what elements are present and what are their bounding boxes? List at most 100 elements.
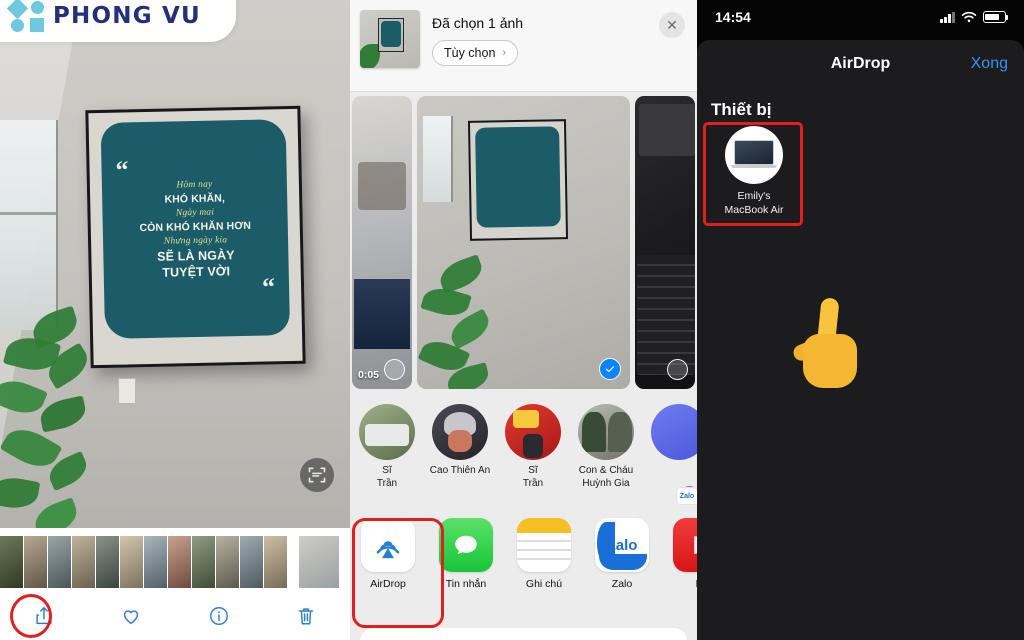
filmstrip-thumb (48, 536, 71, 588)
airdrop-header: AirDrop Xong (697, 40, 1024, 88)
selection-circle[interactable] (384, 359, 405, 380)
heart-icon (124, 610, 139, 625)
photo-grid: 0:05 (350, 96, 697, 389)
poster-line-2: KHÓ KHĂN, (164, 192, 226, 206)
grid-photo-video[interactable]: 0:05 (352, 96, 412, 389)
contact-item[interactable]: ⚡ SĩTrần (502, 404, 697, 505)
share-sheet-header-texts: Đã chọn 1 ảnh Tùy chọn › (432, 10, 523, 66)
photo-filmstrip[interactable] (0, 536, 350, 588)
filmstrip-thumb (144, 536, 167, 588)
avatar (578, 404, 634, 460)
video-duration: 0:05 (358, 369, 380, 381)
filmstrip-thumb (216, 536, 239, 588)
poster-line-5: Nhưng ngày kia (163, 235, 228, 247)
quote-close-icon: “ (261, 272, 276, 302)
contact-name: Con & Cháu Huỳnh Gia (578, 465, 634, 489)
chevron-right-icon: › (502, 47, 507, 59)
poster-line-4: CÒN KHÓ KHĂN HƠN (139, 219, 252, 235)
contact-item[interactable] (648, 404, 697, 460)
quote-open-icon: “ (115, 155, 129, 185)
favorite-button[interactable] (111, 599, 151, 633)
filmstrip-thumb (120, 536, 143, 588)
selected-photo-thumbnail[interactable] (360, 10, 420, 68)
share-sheet-bottom-card (360, 628, 687, 640)
filmstrip-thumb (168, 536, 191, 588)
airdrop-title: AirDrop (830, 55, 891, 72)
options-label: Tùy chọn (444, 46, 496, 60)
logo-circle-icon (11, 19, 24, 32)
info-button[interactable] (199, 599, 239, 633)
brand-logo: PHONG VU (0, 0, 236, 42)
airdrop-panel: 14:54 AirDrop Xong Thiết bị Emily's MacB… (697, 0, 1024, 640)
zalo-badge-icon: Zalo (676, 487, 697, 505)
avatar (359, 404, 415, 460)
filmstrip-gap (340, 536, 350, 588)
app-red[interactable]: M (670, 518, 697, 590)
app-label: Tin nhắn (445, 578, 487, 590)
filmstrip-thumb (24, 536, 47, 588)
filmstrip-thumb (72, 536, 95, 588)
filmstrip-thumb (0, 536, 23, 588)
grid-photo-desk[interactable] (635, 96, 695, 389)
logo-circle-icon (31, 1, 44, 14)
app-label: Zalo (611, 578, 633, 590)
poster-line-7: TUYỆT VỜI (162, 264, 231, 280)
filmstrip-thumb-current (299, 536, 339, 588)
done-button[interactable]: Xong (971, 55, 1008, 73)
contact-name: Sĩ Trần (376, 465, 398, 489)
signal-bars-icon (940, 11, 955, 23)
options-button[interactable]: Tùy chọn › (432, 40, 519, 66)
grid-photo-selected[interactable] (417, 96, 630, 389)
app-messages[interactable]: Tin nhắn (436, 518, 496, 590)
status-icons (940, 11, 1009, 23)
poster-line-1: Hôm nay (176, 179, 213, 191)
contact-item[interactable]: Zalo Con & Cháu Huỳnh Gia (575, 404, 697, 505)
close-icon: ✕ (666, 16, 678, 33)
status-bar: 14:54 (697, 0, 1024, 34)
app-notes[interactable]: Ghi chú (514, 518, 574, 590)
info-icon (209, 607, 228, 625)
airdrop-sheet: AirDrop Xong Thiết bị Emily's MacBook Air (697, 40, 1024, 640)
contact-item[interactable]: Zalo SĩTrần (356, 404, 697, 505)
photo-toolbar (0, 592, 350, 640)
live-text-scan-icon (308, 467, 326, 483)
contact-name: Cao Thiên An (429, 465, 491, 476)
poster-line-3: Ngày mai (175, 207, 215, 219)
photos-app-panel: “ Hôm nay KHÓ KHĂN, Ngày mai CÒN KHÓ KHĂ… (0, 0, 350, 640)
devices-section-label: Thiết bị (711, 100, 772, 119)
filmstrip-gap (288, 536, 298, 588)
app-share-row: AirDrop Tin nhắn Ghi chú Zalo Zalo (350, 512, 697, 628)
contact-item[interactable]: Zalo Cao Thiên An (429, 404, 697, 505)
avatar (651, 404, 697, 460)
filmstrip-thumb (240, 536, 263, 588)
share-sheet-panel: Đã chọn 1 ảnh Tùy chọn › ✕ 0:05 Sĩ Trần … (350, 0, 697, 640)
share-button-highlight (10, 594, 52, 638)
poster-artwork: “ Hôm nay KHÓ KHĂN, Ngày mai CÒN KHÓ KHĂ… (100, 119, 291, 339)
contact-suggestions-row: Zalo SĩTrần Zalo Cao Thiên An ⚡ SĩTrần (350, 400, 697, 505)
logo-diamond-icon (6, 0, 29, 20)
share-sheet-header: Đã chọn 1 ảnh Tùy chọn › ✕ (350, 0, 697, 92)
filmstrip-thumb (264, 536, 287, 588)
live-text-button[interactable] (300, 458, 334, 492)
notes-icon (517, 518, 571, 572)
app-label: Ghi chú (525, 578, 563, 590)
airdrop-highlight (352, 518, 444, 628)
plant-decoration (0, 305, 136, 528)
pointing-hand-icon (791, 297, 857, 390)
check-icon (605, 366, 615, 373)
avatar (432, 404, 488, 460)
window-icon (0, 120, 58, 330)
selection-title: Đã chọn 1 ảnh (432, 15, 524, 31)
filmstrip-thumb (96, 536, 119, 588)
app-zalo[interactable]: Zalo Zalo (592, 518, 652, 590)
selection-checkmark[interactable] (599, 358, 621, 380)
status-time: 14:54 (715, 9, 751, 25)
wifi-icon (961, 11, 977, 23)
poster-line-6: SẼ LÀ NGÀY (157, 248, 235, 264)
close-button[interactable]: ✕ (659, 12, 685, 38)
photo-viewer[interactable]: “ Hôm nay KHÓ KHĂN, Ngày mai CÒN KHÓ KHĂ… (0, 0, 350, 528)
delete-button[interactable] (286, 599, 326, 633)
contact-name: Sĩ Trần (522, 465, 544, 489)
selection-circle[interactable] (667, 359, 688, 380)
filmstrip-thumb (192, 536, 215, 588)
